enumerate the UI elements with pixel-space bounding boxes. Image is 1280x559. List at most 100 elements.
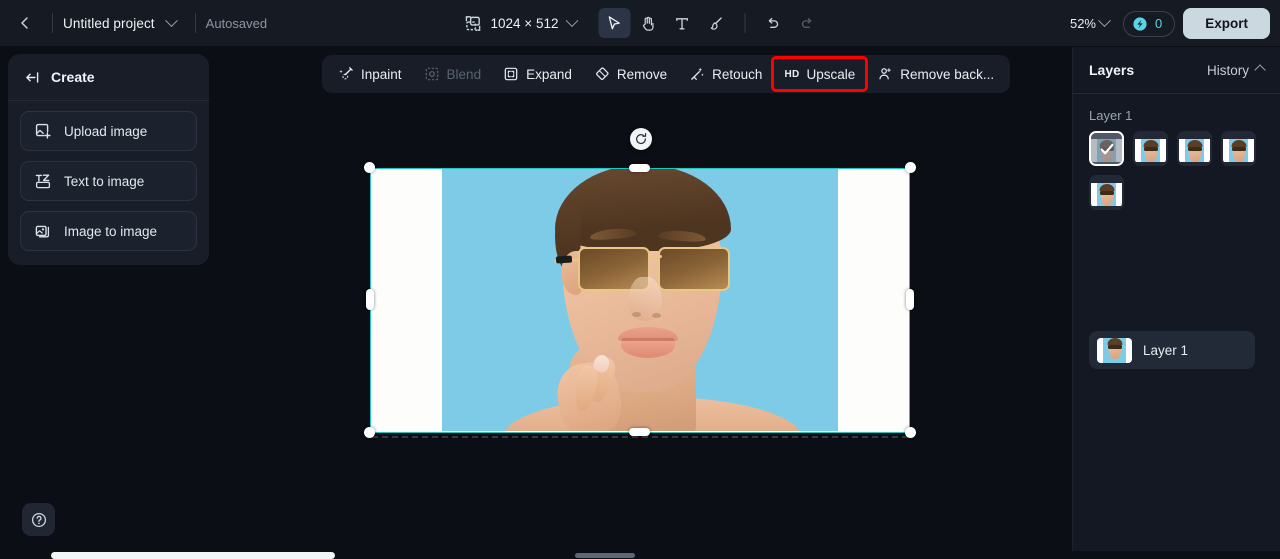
brush-tool-button[interactable] [700, 8, 732, 38]
cursor-arrow-icon [609, 15, 621, 29]
edge-handle-top[interactable] [629, 164, 650, 172]
layer-thumbnail-1[interactable] [1089, 131, 1124, 166]
layer-thumbnail-2[interactable] [1133, 131, 1168, 166]
top-bar-center: 1024 × 512 [457, 0, 824, 47]
layer-thumbnail-5[interactable] [1089, 175, 1124, 210]
canvas-size-label: 1024 × 512 [490, 15, 559, 31]
corner-handle-top-left[interactable] [364, 162, 375, 173]
sidebar-item-label: Image to image [64, 223, 158, 239]
app-root: Untitled project Autosaved 1024 × 512 52… [0, 0, 1280, 559]
text-t-icon [676, 17, 689, 29]
thumb-pad-left [1091, 183, 1097, 206]
redo-button[interactable] [791, 8, 823, 38]
lens-right [658, 247, 730, 291]
thumb-canvas [1179, 139, 1210, 162]
corner-handle-top-right[interactable] [905, 162, 916, 173]
rotate-handle-icon [636, 132, 647, 145]
thumbnail-selected-overlay [1091, 133, 1122, 164]
panel-horizontal-scrollbar[interactable] [575, 553, 635, 558]
corner-handle-bottom-left[interactable] [364, 427, 375, 438]
upload-image-icon [35, 123, 51, 139]
layer-row-thumbnail [1097, 337, 1132, 363]
hand-tool-button[interactable] [632, 8, 664, 38]
thumb-glasses [1187, 147, 1202, 151]
text-to-image-icon [35, 174, 51, 189]
back-button[interactable] [8, 6, 42, 40]
thumb-glasses [1107, 344, 1122, 349]
nostril-right [652, 313, 661, 318]
image-left-padding [371, 169, 442, 431]
thumb-glasses [1099, 191, 1114, 195]
layers-panel-header: Layers History [1073, 47, 1280, 94]
redo-arrow-icon [802, 17, 812, 28]
layer-thumbnail-3[interactable] [1177, 131, 1212, 166]
rotate-handle[interactable] [630, 128, 652, 150]
image-to-image-icon [35, 225, 50, 238]
tool-group [598, 8, 823, 38]
credits-badge[interactable]: 0 [1123, 10, 1176, 37]
layer-row-label: Layer 1 [1143, 342, 1189, 358]
autosaved-status: Autosaved [205, 15, 268, 31]
zoom-level-label: 52% [1069, 16, 1096, 31]
sidebar-item-image-to-image[interactable]: Image to image [20, 211, 197, 251]
canvas-resize-icon [465, 15, 481, 31]
thumb-glasses [1231, 147, 1246, 151]
thumb-pad-left [1179, 139, 1185, 162]
layers-panel: Layers History Layer 1 Layer 1 [1072, 47, 1280, 559]
top-bar-right: 52% 0 Export [1064, 0, 1270, 47]
thumb-canvas [1223, 139, 1254, 162]
sidebar-title: Create [51, 69, 95, 85]
layer-thumbnail-list [1073, 131, 1280, 210]
canvas-size-button[interactable]: 1024 × 512 [457, 10, 585, 37]
zoom-level-button[interactable]: 52% [1064, 11, 1115, 36]
thumb-canvas [1135, 139, 1166, 162]
text-tool-button[interactable] [666, 8, 698, 38]
sidebar-header: Create [8, 54, 209, 101]
project-name[interactable]: Untitled project [63, 16, 155, 31]
thumb-canvas [1091, 183, 1122, 206]
help-button[interactable] [22, 503, 55, 536]
mouth-line [622, 338, 674, 341]
glasses-temple-tip [555, 255, 573, 264]
image-right-padding [836, 169, 909, 431]
edge-handle-right[interactable] [906, 289, 914, 310]
corner-handle-bottom-right[interactable] [905, 427, 916, 438]
layer-row[interactable]: Layer 1 [1089, 331, 1255, 369]
credits-value: 0 [1155, 16, 1163, 31]
credit-coin-icon [1133, 16, 1147, 31]
sidebar-item-upload-image[interactable]: Upload image [20, 111, 197, 151]
thumb-pad-right [1248, 139, 1254, 162]
chevron-down-icon [1098, 14, 1111, 28]
history-toggle[interactable]: History [1207, 63, 1266, 78]
sidebar-item-label: Upload image [64, 123, 148, 139]
canvas-image[interactable] [370, 168, 910, 433]
divider [744, 13, 746, 33]
baseline-guide [372, 436, 908, 438]
question-mark-icon [31, 512, 46, 527]
layer-thumbnail-4[interactable] [1221, 131, 1256, 166]
create-sidebar: Create Upload image Text to image Image … [8, 54, 209, 265]
export-button[interactable]: Export [1183, 8, 1270, 39]
canvas-area[interactable] [210, 47, 1072, 559]
sidebar-items: Upload image Text to image Image to imag… [8, 101, 209, 265]
collapse-panel-icon[interactable] [24, 69, 41, 86]
brush-icon [711, 16, 723, 30]
undo-arrow-icon [769, 17, 779, 28]
selected-image-object[interactable] [364, 128, 916, 438]
thumb-pad-left [1135, 139, 1141, 162]
top-bar: Untitled project Autosaved 1024 × 512 52… [0, 0, 1280, 47]
sidebar-item-text-to-image[interactable]: Text to image [20, 161, 197, 201]
thumb-glasses [1143, 147, 1158, 151]
edge-handle-bottom[interactable] [629, 428, 650, 436]
undo-button[interactable] [757, 8, 789, 38]
thumb-pad-left [1097, 337, 1103, 363]
chevron-down-icon [165, 13, 179, 27]
project-menu-button[interactable] [159, 10, 185, 36]
chevron-left-icon [21, 17, 28, 29]
page-horizontal-scrollbar[interactable] [51, 552, 335, 559]
thumb-pad-right [1116, 183, 1122, 206]
edge-handle-left[interactable] [366, 289, 374, 310]
glasses-bridge [648, 255, 662, 258]
check-icon [1099, 143, 1114, 154]
select-tool-button[interactable] [598, 8, 631, 38]
